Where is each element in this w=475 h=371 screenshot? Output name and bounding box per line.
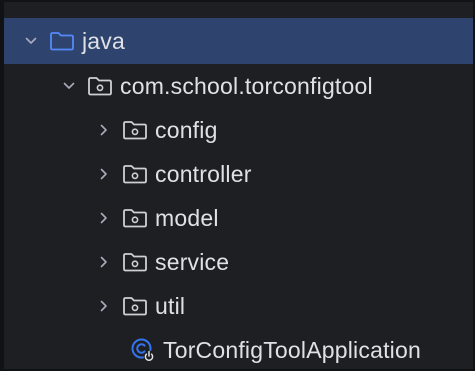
tree-node-label: TorConfigToolApplication [163, 336, 421, 363]
tree-node-controller[interactable]: controller [4, 152, 473, 196]
tree-node-label: config [155, 116, 218, 143]
spring-boot-class-icon [130, 338, 156, 362]
tree-node-label: java [82, 27, 125, 54]
tree-node-java[interactable]: java [4, 18, 473, 64]
folder-icon [49, 30, 75, 52]
chevron-right-icon[interactable] [95, 209, 113, 227]
chevron-down-icon[interactable] [22, 32, 40, 50]
chevron-right-icon[interactable] [95, 253, 113, 271]
tree-node-app-class[interactable]: TorConfigToolApplication [4, 328, 473, 371]
chevron-down-icon[interactable] [60, 77, 78, 95]
tree-node-model[interactable]: model [4, 196, 473, 240]
tree-node-label: controller [155, 160, 252, 187]
tree-node-config[interactable]: config [4, 108, 473, 152]
chevron-right-icon[interactable] [95, 165, 113, 183]
chevron-right-icon[interactable] [95, 297, 113, 315]
chevron-right-icon[interactable] [95, 121, 113, 139]
tree-node-label: util [155, 292, 186, 319]
package-icon [122, 163, 148, 185]
tree-node-util[interactable]: util [4, 284, 473, 328]
package-icon [87, 75, 113, 97]
tree-node-label: model [155, 204, 219, 231]
project-tree: java com.school.torconfigtool config con… [0, 0, 475, 371]
tree-node-package[interactable]: com.school.torconfigtool [4, 64, 473, 108]
package-icon [122, 251, 148, 273]
package-icon [122, 119, 148, 141]
package-icon [122, 207, 148, 229]
tree-node-service[interactable]: service [4, 240, 473, 284]
tree-node-label: com.school.torconfigtool [120, 72, 373, 99]
tree-node-label: service [155, 248, 230, 275]
package-icon [122, 295, 148, 317]
